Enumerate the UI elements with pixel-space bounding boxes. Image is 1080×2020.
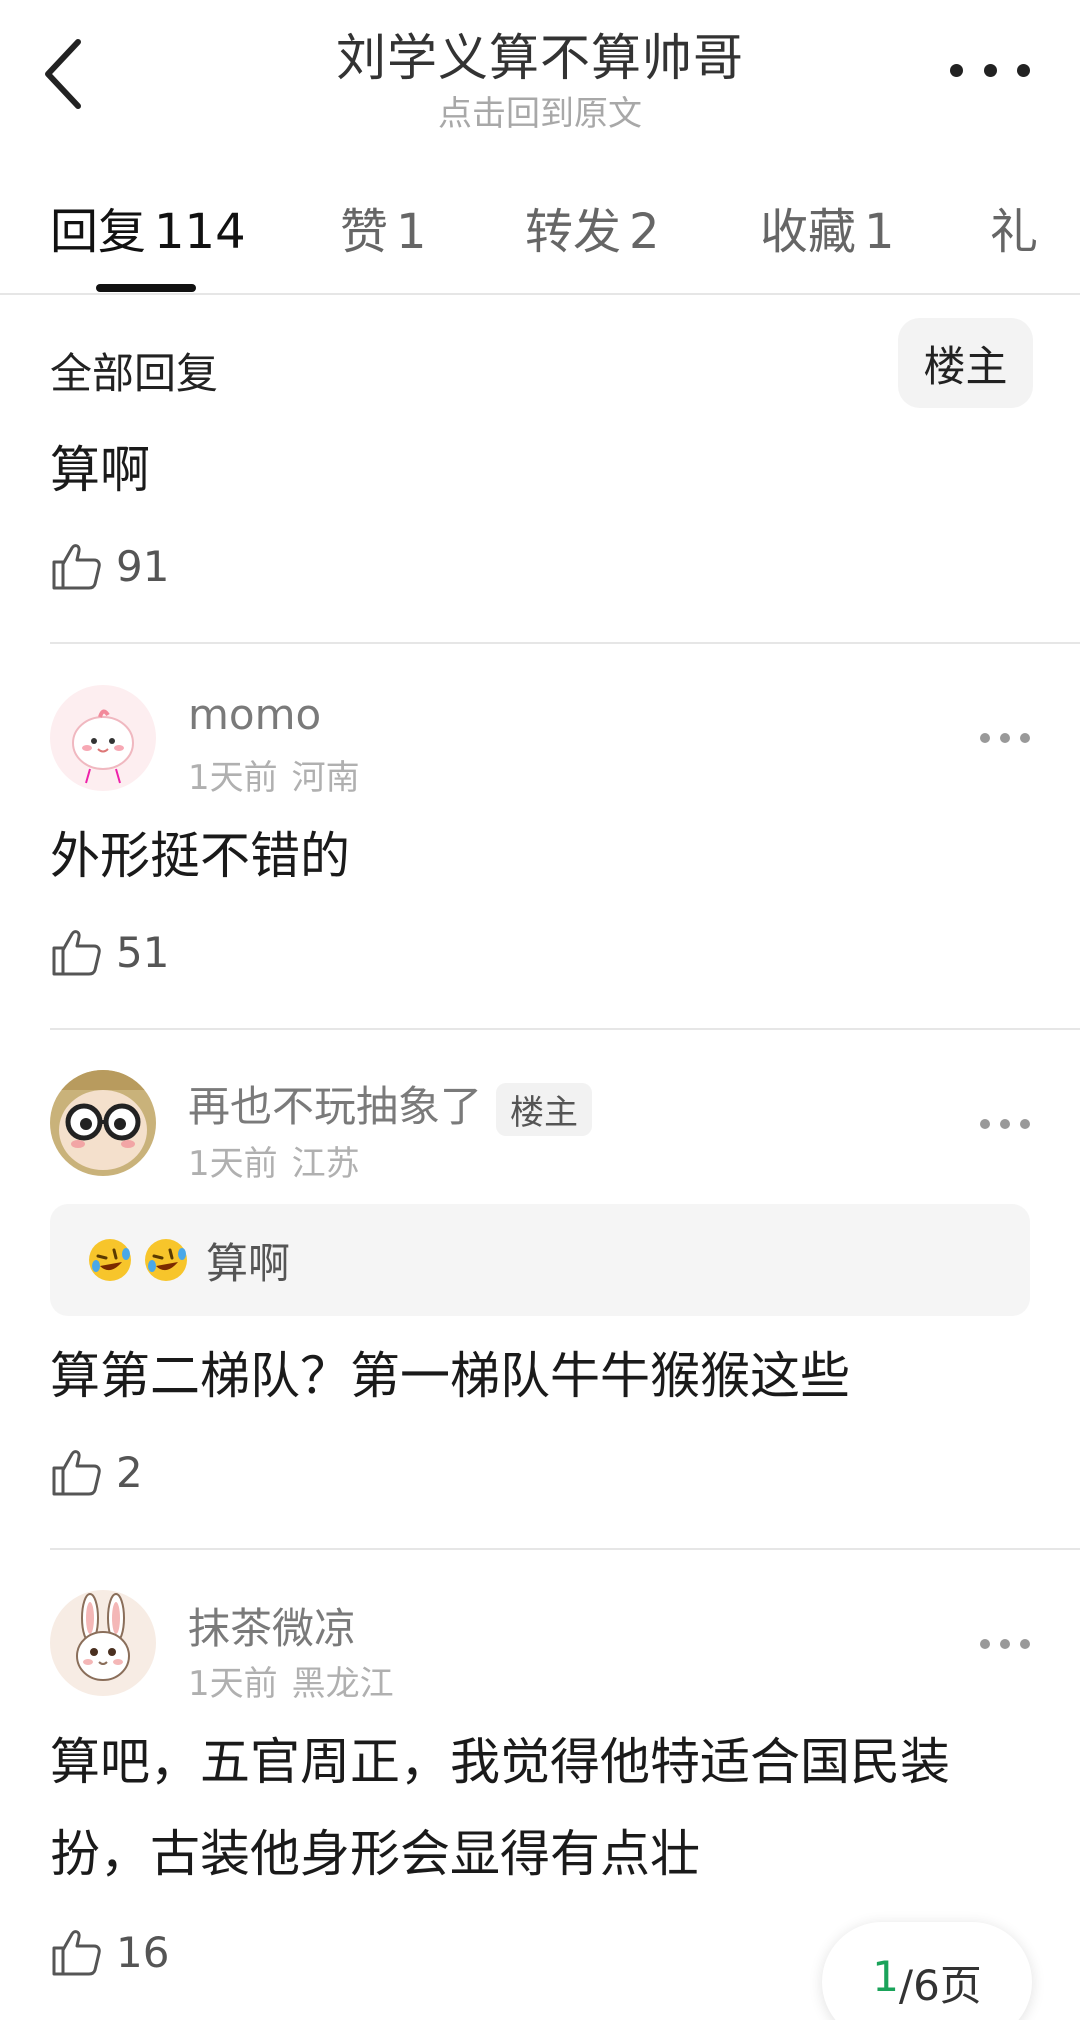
like-count: 51: [116, 927, 170, 977]
glasses-face-avatar[interactable]: [50, 1070, 156, 1176]
tab-favorites[interactable]: 收藏 1: [760, 192, 895, 262]
cartoon-creature-avatar[interactable]: [50, 685, 156, 791]
quoted-reply[interactable]: 算啊: [50, 1204, 1030, 1316]
thumbs-up-icon: [52, 930, 101, 976]
thumbs-up-icon: [52, 1450, 101, 1496]
bunny-avatar[interactable]: [50, 1590, 156, 1696]
comment-text-line-1: 算吧，五官周正，我觉得他特适合国民装: [50, 1733, 950, 1791]
like-count: 2: [116, 1447, 143, 1497]
comment-text: 算啊: [50, 441, 150, 499]
page-title: 刘学义算不算帅哥: [336, 29, 744, 87]
rofl-emoji-icon: [89, 1239, 131, 1281]
like-button[interactable]: 51: [50, 922, 169, 982]
like-count: 91: [116, 541, 170, 591]
active-tab-indicator: [96, 284, 196, 292]
divider: [50, 1028, 1080, 1030]
thumbs-up-icon: [52, 544, 101, 590]
like-button[interactable]: 91: [50, 536, 169, 596]
tab-likes[interactable]: 赞1: [340, 192, 427, 262]
comment-text: 算第二梯队？第一梯队牛牛猴猴这些: [50, 1347, 850, 1405]
comment-meta: 1天前 河南: [188, 758, 360, 798]
thumbs-up-icon: [52, 1930, 101, 1976]
username[interactable]: 再也不玩抽象了 楼主: [188, 1073, 593, 1136]
op-badge: 楼主: [496, 1083, 593, 1136]
all-replies-label: 全部回复: [50, 349, 219, 398]
like-count: 16: [116, 1927, 170, 1977]
username[interactable]: 抹茶微凉: [188, 1595, 356, 1656]
tab-replies[interactable]: 回复 114: [50, 192, 246, 262]
divider: [50, 1548, 1080, 1550]
comment-meta: 1天前 黑龙江: [188, 1664, 394, 1704]
like-button[interactable]: 16: [50, 1922, 169, 1982]
total-pages: /6页: [898, 1961, 982, 2010]
divider: [50, 642, 1080, 644]
more-options-icon[interactable]: [950, 50, 1030, 90]
rofl-emoji-icon: [145, 1239, 187, 1281]
back-to-original-link[interactable]: 点击回到原文: [0, 86, 1080, 135]
like-button[interactable]: 2: [50, 1442, 143, 1502]
comment-more-icon[interactable]: [980, 723, 1030, 753]
tab-bar: 回复 114 赞1 转发 2 收藏 1 礼: [0, 180, 1080, 295]
comment-text: 外形挺不错的: [50, 827, 350, 885]
tab-gifts[interactable]: 礼: [990, 192, 1038, 262]
current-page: 1: [872, 1952, 899, 2001]
quoted-text: 算啊: [206, 1238, 291, 1288]
tab-reposts[interactable]: 转发 2: [525, 192, 660, 262]
top-bar: 刘学义算不算帅哥 点击回到原文: [0, 0, 1080, 140]
comment-text-line-2: 扮，古装他身形会显得有点壮: [50, 1825, 700, 1883]
op-only-filter-button[interactable]: 楼主: [898, 318, 1033, 408]
page-jump-button[interactable]: 1 /6页: [822, 1922, 1032, 2020]
comment-meta: 1天前 江苏: [188, 1144, 360, 1184]
comment-more-icon[interactable]: [980, 1629, 1030, 1659]
username[interactable]: momo: [188, 690, 321, 739]
comment-more-icon[interactable]: [980, 1109, 1030, 1139]
